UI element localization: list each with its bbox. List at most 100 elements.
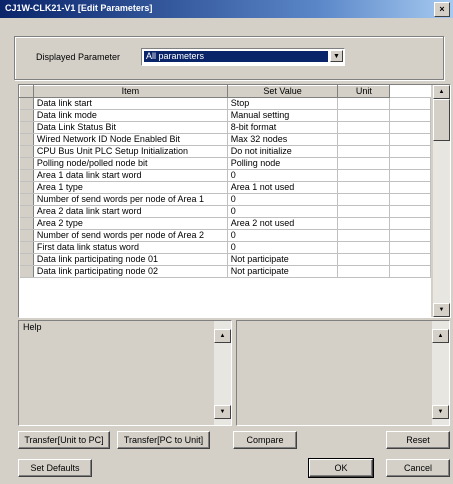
row-header-cell <box>19 241 34 254</box>
table-row[interactable]: Data Link Status Bit 8-bit format <box>19 121 431 134</box>
window-title: CJ1W-CLK21-V1 [Edit Parameters] <box>5 3 153 13</box>
set-value-cell[interactable]: Polling node <box>227 157 339 170</box>
table-header: Item Set Value Unit <box>19 85 431 98</box>
column-header-item[interactable]: Item <box>32 85 228 98</box>
chevron-down-icon[interactable]: ▼ <box>330 50 343 62</box>
item-cell: Data Link Status Bit <box>33 121 228 134</box>
table-row[interactable]: Data link start Stop <box>19 97 431 110</box>
item-cell: Area 2 data link start word <box>33 205 228 218</box>
unit-cell <box>337 121 391 134</box>
unit-cell <box>337 181 391 194</box>
item-cell: Data link participating node 01 <box>33 253 228 266</box>
set-value-cell[interactable]: 8-bit format <box>227 121 339 134</box>
set-value-cell[interactable]: Do not initialize <box>227 145 339 158</box>
scroll-up-icon[interactable]: ▲ <box>433 85 450 99</box>
reset-button[interactable]: Reset <box>386 431 450 449</box>
help-scroll-up-icon[interactable]: ▲ <box>214 329 231 343</box>
cancel-button[interactable]: Cancel <box>386 459 450 477</box>
set-value-cell[interactable]: Manual setting <box>227 109 339 122</box>
set-value-cell[interactable]: 0 <box>227 205 339 218</box>
set-value-cell[interactable]: 0 <box>227 229 339 242</box>
table-row[interactable]: Wired Network ID Node Enabled Bit Max 32 … <box>19 133 431 146</box>
table-row[interactable]: Area 1 type Area 1 not used <box>19 181 431 194</box>
row-filler <box>389 205 431 218</box>
row-filler <box>389 241 431 254</box>
unit-cell <box>337 157 391 170</box>
set-value-cell[interactable]: 0 <box>227 169 339 182</box>
transfer-pc-to-unit-button[interactable]: Transfer[PC to Unit] <box>117 431 210 449</box>
set-value-cell[interactable]: Stop <box>227 97 339 110</box>
ok-button[interactable]: OK <box>308 458 374 478</box>
row-filler <box>389 265 431 278</box>
unit-cell <box>337 241 391 254</box>
close-icon[interactable]: × <box>434 2 450 17</box>
set-defaults-button[interactable]: Set Defaults <box>18 459 92 477</box>
parameter-grid[interactable]: Item Set Value Unit Data link start Stop D… <box>18 84 451 318</box>
table-row[interactable]: Data link participating node 02 Not parti… <box>19 265 431 278</box>
row-header-cell <box>19 121 34 134</box>
help-scrollbar[interactable]: ▲ ▼ <box>214 321 231 425</box>
column-header-unit[interactable]: Unit <box>337 85 391 98</box>
compare-button[interactable]: Compare <box>233 431 297 449</box>
unit-cell <box>337 109 391 122</box>
row-header-cell <box>19 145 34 158</box>
unit-cell <box>337 229 391 242</box>
table-vertical-scrollbar[interactable]: ▲ ▼ <box>433 85 450 317</box>
item-cell: Wired Network ID Node Enabled Bit <box>33 133 228 146</box>
set-value-cell[interactable]: Not participate <box>227 265 339 278</box>
table-row[interactable]: Data link mode Manual setting <box>19 109 431 122</box>
table-row[interactable]: Polling node/polled node bit Polling node <box>19 157 431 170</box>
help-label: Help <box>23 322 42 332</box>
row-header-cell <box>19 133 34 146</box>
scroll-down-icon[interactable]: ▼ <box>433 303 450 317</box>
row-filler <box>389 109 431 122</box>
row-header-cell <box>19 193 34 206</box>
table-row[interactable]: CPU Bus Unit PLC Setup Initialization Do … <box>19 145 431 158</box>
title-bar: CJ1W-CLK21-V1 [Edit Parameters] × <box>0 0 453 18</box>
detail-scroll-up-icon[interactable]: ▲ <box>432 329 449 343</box>
help-scroll-down-icon[interactable]: ▼ <box>214 405 231 419</box>
item-cell: Data link participating node 02 <box>33 265 228 278</box>
detail-scrollbar[interactable]: ▲ ▼ <box>432 321 449 425</box>
unit-cell <box>337 265 391 278</box>
set-value-cell[interactable]: 0 <box>227 193 339 206</box>
set-value-cell[interactable]: Max 32 nodes <box>227 133 339 146</box>
displayed-parameter-select[interactable]: All parameters ▼ <box>141 48 345 66</box>
item-cell: Data link mode <box>33 109 228 122</box>
set-value-cell[interactable]: 0 <box>227 241 339 254</box>
unit-cell <box>337 253 391 266</box>
row-filler <box>389 217 431 230</box>
row-header-cell <box>19 217 34 230</box>
column-header-set-value[interactable]: Set Value <box>226 85 339 98</box>
unit-cell <box>337 193 391 206</box>
table-row[interactable]: Area 2 type Area 2 not used <box>19 217 431 230</box>
table-row[interactable]: Number of send words per node of Area 10 <box>19 193 431 206</box>
table-row[interactable]: Number of send words per node of Area 20 <box>19 229 431 242</box>
unit-cell <box>337 145 391 158</box>
row-header-cell <box>19 181 34 194</box>
table-row[interactable]: Area 1 data link start word 0 <box>19 169 431 182</box>
row-header-cell <box>19 253 34 266</box>
scroll-thumb[interactable] <box>433 99 450 141</box>
transfer-unit-to-pc-button[interactable]: Transfer[Unit to PC] <box>18 431 110 449</box>
row-filler <box>389 133 431 146</box>
set-value-cell[interactable]: Not participate <box>227 253 339 266</box>
help-pane: Help ▲ ▼ <box>18 320 232 426</box>
row-header-cell <box>19 205 34 218</box>
row-filler <box>389 157 431 170</box>
parameter-table: Item Set Value Unit Data link start Stop D… <box>19 85 431 278</box>
item-cell: First data link status word <box>33 241 228 254</box>
item-cell: CPU Bus Unit PLC Setup Initialization <box>33 145 228 158</box>
table-row[interactable]: Data link participating node 01 Not parti… <box>19 253 431 266</box>
row-filler <box>389 193 431 206</box>
detail-pane: ▲ ▼ <box>236 320 450 426</box>
detail-scroll-down-icon[interactable]: ▼ <box>432 405 449 419</box>
unit-cell <box>337 205 391 218</box>
table-row[interactable]: First data link status word 0 <box>19 241 431 254</box>
row-header-cell <box>19 109 34 122</box>
table-row[interactable]: Area 2 data link start word 0 <box>19 205 431 218</box>
unit-cell <box>337 97 391 110</box>
set-value-cell[interactable]: Area 1 not used <box>227 181 339 194</box>
set-value-cell[interactable]: Area 2 not used <box>227 217 339 230</box>
item-cell: Polling node/polled node bit <box>33 157 228 170</box>
